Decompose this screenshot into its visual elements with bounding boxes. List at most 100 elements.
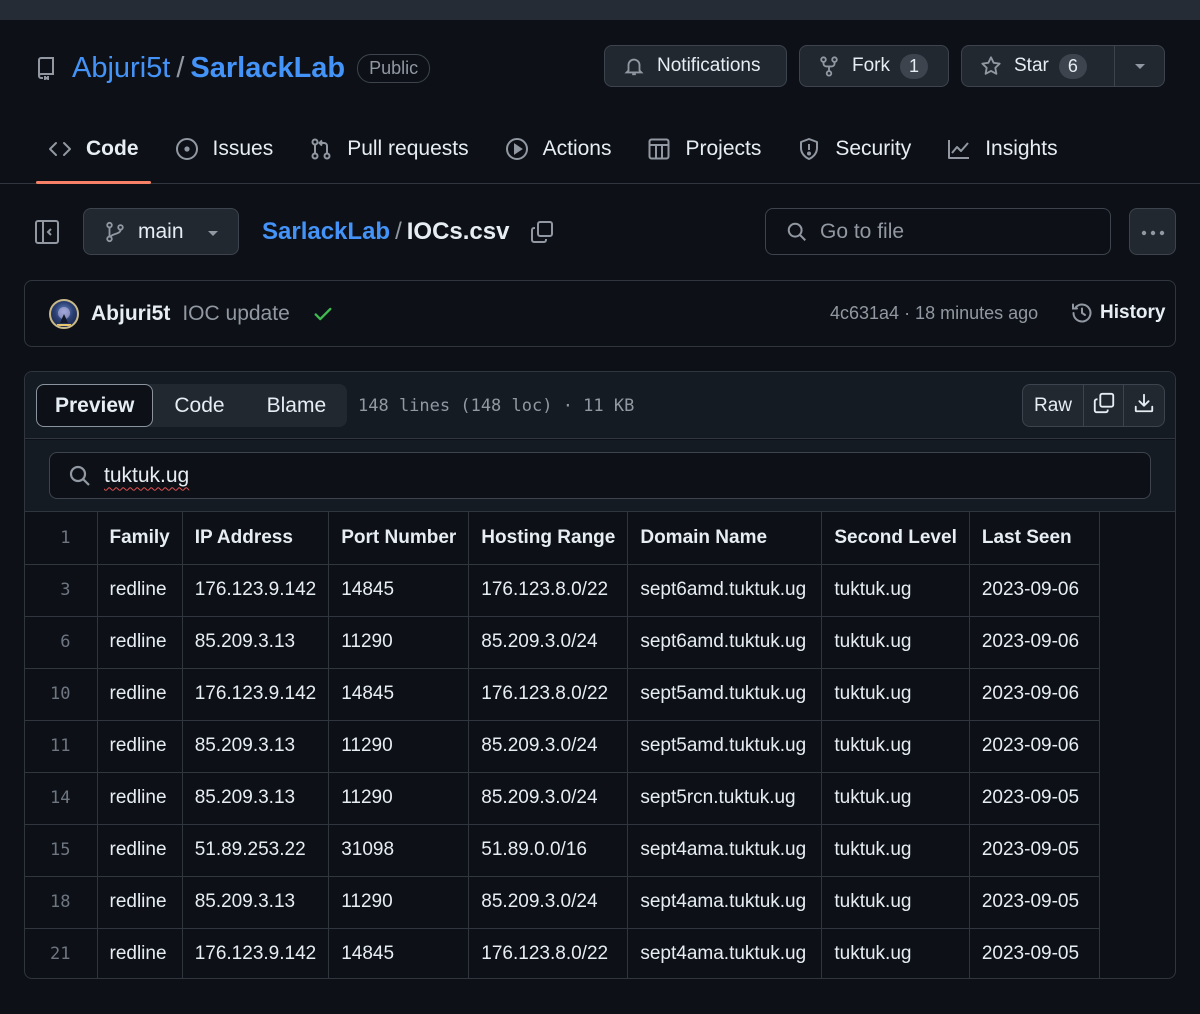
table-cell: 85.209.3.0/24 xyxy=(468,875,629,929)
star-list-dropdown[interactable] xyxy=(1114,45,1165,87)
fork-button[interactable]: Fork 1 xyxy=(799,45,949,87)
table-cell: 176.123.8.0/22 xyxy=(468,563,629,617)
fork-label: Fork xyxy=(852,55,890,76)
tab-pull-requests[interactable]: Pull requests xyxy=(297,126,480,172)
tab-projects[interactable]: Projects xyxy=(635,126,773,172)
table-row: 15 redline 51.89.253.22 31098 51.89.0.0/… xyxy=(25,823,1100,877)
table-cell: 51.89.253.22 xyxy=(181,823,330,877)
breadcrumb-repo-link[interactable]: SarlackLab xyxy=(262,218,390,246)
table-cell: 31098 xyxy=(328,823,470,877)
table-cell: 85.209.3.13 xyxy=(181,719,330,773)
table-cell: sept6amd.tuktuk.ug xyxy=(627,563,823,617)
commit-message[interactable]: IOC update xyxy=(182,302,289,326)
notifications-button[interactable]: Notifications xyxy=(604,45,787,87)
history-icon xyxy=(1070,301,1094,325)
line-number[interactable]: 14 xyxy=(25,771,98,825)
file-viewer: Preview Code Blame 148 lines (148 loc) ·… xyxy=(24,371,1176,979)
csv-search-input[interactable]: tuktuk.ug xyxy=(49,452,1151,499)
table-cell: sept4ama.tuktuk.ug xyxy=(627,823,823,877)
breadcrumb-separator: / xyxy=(395,218,402,245)
table-row: 11 redline 85.209.3.13 11290 85.209.3.0/… xyxy=(25,719,1100,773)
tab-actions[interactable]: Actions xyxy=(493,126,624,172)
tab-code[interactable]: Code xyxy=(36,126,151,184)
table-cell: tuktuk.ug xyxy=(821,667,970,721)
star-icon xyxy=(980,55,1002,77)
column-header: Domain Name xyxy=(627,512,823,565)
table-cell: tuktuk.ug xyxy=(821,771,970,825)
avatar[interactable] xyxy=(49,298,79,329)
latest-commit-box: Abjuri5t IOC update 4c631a4 · 18 minutes… xyxy=(24,280,1176,347)
line-number[interactable]: 18 xyxy=(25,875,98,929)
repo-title: Abjuri5t / SarlackLab Public xyxy=(36,50,431,86)
table-cell: 14845 xyxy=(328,563,470,617)
repo-nav-tabs: Code Issues Pull requests Actions Projec… xyxy=(36,126,1082,184)
table-row: 3 redline 176.123.9.142 14845 176.123.8.… xyxy=(25,563,1100,617)
table-cell: sept5rcn.tuktuk.ug xyxy=(627,771,823,825)
git-branch-icon xyxy=(104,221,126,243)
line-number[interactable]: 1 xyxy=(25,512,98,565)
preview-tab[interactable]: Preview xyxy=(36,384,154,427)
tab-label: Actions xyxy=(542,137,612,160)
repo-header: Abjuri5t / SarlackLab Public Notificatio… xyxy=(0,20,1200,184)
tab-security[interactable]: Security xyxy=(785,126,923,172)
line-number[interactable]: 6 xyxy=(25,615,98,669)
play-circle-icon xyxy=(505,137,529,161)
table-cell: 176.123.8.0/22 xyxy=(468,667,629,721)
table-cell: tuktuk.ug xyxy=(821,823,970,877)
raw-button[interactable]: Raw xyxy=(1023,385,1084,426)
table-cell: sept6amd.tuktuk.ug xyxy=(627,615,823,669)
line-number[interactable]: 15 xyxy=(25,823,98,877)
check-icon[interactable] xyxy=(312,303,334,325)
tab-label: Pull requests xyxy=(347,137,469,160)
table-cell: 51.89.0.0/16 xyxy=(468,823,629,877)
branch-selector[interactable]: main xyxy=(83,208,239,255)
repo-owner-link[interactable]: Abjuri5t xyxy=(72,52,170,85)
sidebar-toggle-icon[interactable] xyxy=(34,219,60,245)
tab-issues[interactable]: Issues xyxy=(163,126,286,172)
go-to-file-input[interactable]: Go to file xyxy=(765,208,1111,255)
search-icon xyxy=(68,464,92,488)
copy-raw-button[interactable] xyxy=(1084,385,1124,426)
table-cell: 2023-09-05 xyxy=(968,875,1100,929)
line-number[interactable]: 3 xyxy=(25,563,98,617)
star-button[interactable]: Star 6 xyxy=(961,45,1115,87)
table-cell: redline xyxy=(96,563,183,617)
search-icon xyxy=(786,221,808,243)
tab-label: Code xyxy=(86,137,139,160)
download-button[interactable] xyxy=(1124,385,1164,426)
commit-meta[interactable]: 4c631a4 · 18 minutes ago xyxy=(830,303,1038,324)
code-view-tab[interactable]: Code xyxy=(153,384,245,427)
pull-request-icon xyxy=(309,137,333,161)
table-cell: 14845 xyxy=(328,667,470,721)
repo-name-link[interactable]: SarlackLab xyxy=(190,52,345,85)
line-number[interactable]: 21 xyxy=(25,927,98,978)
tab-insights[interactable]: Insights xyxy=(935,126,1069,172)
column-header: Family xyxy=(96,512,183,565)
visibility-badge: Public xyxy=(357,53,431,83)
star-label: Star xyxy=(1014,55,1049,76)
table-row: 14 redline 85.209.3.13 11290 85.209.3.0/… xyxy=(25,771,1100,825)
view-mode-switcher: Preview Code Blame xyxy=(36,384,348,427)
csv-search-value: tuktuk.ug xyxy=(104,463,190,487)
commit-author[interactable]: Abjuri5t xyxy=(91,302,170,326)
table-cell: 85.209.3.0/24 xyxy=(468,719,629,773)
blame-tab[interactable]: Blame xyxy=(246,384,348,427)
bell-icon xyxy=(623,55,645,77)
triangle-down-icon xyxy=(206,220,220,244)
line-number[interactable]: 11 xyxy=(25,719,98,773)
table-row: 21 redline 176.123.9.142 14845 176.123.8… xyxy=(25,927,1100,978)
history-button[interactable]: History xyxy=(1070,301,1165,325)
table-cell: redline xyxy=(96,875,183,929)
table-cell: tuktuk.ug xyxy=(821,875,970,929)
copy-path-icon[interactable] xyxy=(529,219,555,245)
shield-icon xyxy=(797,137,821,161)
file-info: 148 lines (148 loc) · 11 KB xyxy=(358,396,635,416)
table-cell: sept4ama.tuktuk.ug xyxy=(627,875,823,929)
triangle-down-icon xyxy=(1133,55,1147,77)
table-cell: redline xyxy=(96,667,183,721)
more-options-button[interactable] xyxy=(1129,208,1176,255)
table-cell: 2023-09-05 xyxy=(968,771,1100,825)
table-cell: redline xyxy=(96,771,183,825)
tab-label: Projects xyxy=(685,137,762,160)
line-number[interactable]: 10 xyxy=(25,667,98,721)
